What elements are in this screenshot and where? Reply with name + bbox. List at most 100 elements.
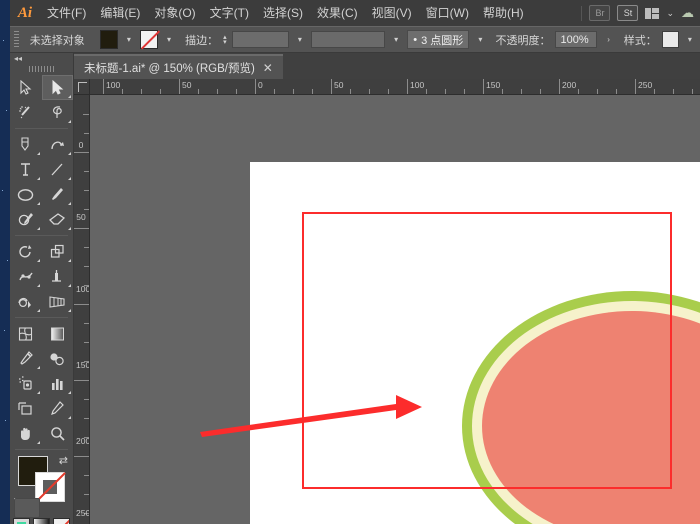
tool-divider [15,449,68,450]
scale-tool[interactable] [42,239,74,264]
close-icon[interactable]: ✕ [263,61,273,75]
tool-group-selection [10,75,73,125]
selection-tool[interactable] [10,75,42,100]
variable-width-dropdown-icon[interactable]: ▾ [390,30,402,49]
tools-panel-grip[interactable] [29,64,55,73]
workspace-switcher-icon[interactable] [645,8,659,19]
free-transform-tool[interactable] [42,264,74,289]
document-tab-bar: 未标题-1.ai* @ 150% (RGB/预览) ✕ [74,53,700,79]
ruler-origin-corner[interactable] [74,79,90,95]
tool-divider [15,317,68,318]
tool-group-transform [10,239,73,314]
column-graph-tool[interactable] [42,371,74,396]
color-mode-button[interactable] [13,518,30,524]
gradient-tool[interactable] [42,321,74,346]
menu-file[interactable]: 文件(F) [40,0,93,26]
fill-dropdown-icon[interactable]: ▾ [123,30,135,49]
color-mode-row [10,518,73,524]
tool-divider [15,235,68,236]
ruler-v-label: 0 [76,141,86,149]
blend-tool[interactable] [42,346,74,371]
graphic-style-swatch[interactable] [662,31,679,48]
magic-wand-tool[interactable] [10,100,42,125]
stroke-weight-field[interactable] [232,31,289,48]
fill-color-swatch[interactable] [100,30,118,49]
none-slash-icon [36,472,66,502]
menu-help[interactable]: 帮助(H) [476,0,531,26]
menu-type[interactable]: 文字(T) [203,0,256,26]
stroke-profile-field[interactable]: • 3 点圆形 [407,30,469,49]
stroke-dropdown-icon[interactable]: ▾ [163,30,175,49]
desktop-wallpaper [0,0,10,524]
menu-edit[interactable]: 编辑(E) [93,0,147,26]
stroke-weight-dropdown-icon[interactable]: ▾ [294,30,306,49]
curvature-tool[interactable] [42,132,74,157]
stroke-weight-label: 描边： [185,32,218,48]
stroke-profile-dropdown-icon[interactable]: ▾ [474,30,486,49]
ruler-h-label: 100 [106,80,120,90]
chevron-down-icon[interactable]: ⌄ [666,8,674,19]
type-tool[interactable] [10,157,42,182]
opacity-panel-arrow-icon[interactable]: › [602,30,614,49]
ruler-h-label: 150 [486,80,500,90]
shaper-pencil-tool[interactable] [10,207,42,232]
menu-object[interactable]: 对象(O) [147,0,202,26]
ruler-h-label: 200 [562,80,576,90]
eraser-tool[interactable] [42,207,74,232]
stroke-color-swatch[interactable] [140,30,158,49]
control-bar: 未选择对象 ▾ ▾ 描边： ▴▾ ▾ ▾ • 3 点圆形 ▾ 不透明度： 100… [10,26,700,53]
menu-view[interactable]: 视图(V) [365,0,419,26]
ruler-v-label: 200 [76,437,86,445]
bridge-icon[interactable]: Br [589,5,610,21]
ellipse-tool[interactable] [10,182,42,207]
document-tab[interactable]: 未标题-1.ai* @ 150% (RGB/预览) ✕ [74,54,283,79]
mesh-tool[interactable] [10,321,42,346]
paintbrush-tool[interactable] [42,182,74,207]
menu-select[interactable]: 选择(S) [256,0,310,26]
eyedropper-tool[interactable] [10,346,42,371]
pen-tool[interactable] [10,132,42,157]
slice-tool[interactable] [42,396,74,421]
document-canvas[interactable] [90,95,700,524]
direct-selection-tool[interactable] [42,75,74,100]
width-warp-tool[interactable] [10,264,42,289]
swap-fill-stroke-icon[interactable]: ⇄ [59,454,68,467]
stroke-variable-width-field[interactable] [311,31,385,48]
gradient-mode-button[interactable] [33,518,50,524]
perspective-grid-tool[interactable] [42,289,74,314]
tool-group-color [10,321,73,446]
opacity-label: 不透明度： [495,32,550,48]
menu-window[interactable]: 窗口(W) [419,0,476,26]
stroke-swatch[interactable] [35,472,65,502]
stroke-profile-label: 3 点圆形 [421,32,463,48]
menubar-divider [581,6,582,21]
hand-tool[interactable] [10,421,42,446]
style-label: 样式： [624,32,657,48]
rotate-tool[interactable] [10,239,42,264]
style-dropdown-icon[interactable]: ▾ [684,30,696,49]
control-bar-grip[interactable] [14,31,19,48]
none-mode-button[interactable] [53,518,70,524]
symbol-sprayer-tool[interactable] [10,371,42,396]
ruler-v-label: 250 [76,509,86,517]
annotation-arrow-icon [200,385,430,445]
artboard-tool[interactable] [10,396,42,421]
menu-effect[interactable]: 效果(C) [310,0,365,26]
horizontal-ruler[interactable]: 100 50 0 50 100 150 200 250 [74,79,700,95]
opacity-field[interactable]: 100% [555,31,597,48]
selection-rectangle [302,212,672,489]
shape-builder-tool[interactable] [10,289,42,314]
lasso-tool[interactable] [42,100,74,125]
taskbar-button[interactable] [14,498,40,518]
vertical-ruler[interactable]: 0 50 100 150 200 250 [74,95,90,524]
selection-status-label: 未选择对象 [30,32,85,48]
app-logo: Ai [10,0,40,26]
creative-cloud-icon[interactable]: ☁ [681,5,694,21]
stock-icon[interactable]: St [617,5,638,21]
line-segment-tool[interactable] [42,157,74,182]
zoom-tool[interactable] [42,421,74,446]
tools-panel-collapse-icon[interactable]: ◂◂ [10,53,73,64]
ruler-h-label: 0 [258,80,263,90]
tool-group-drawing [10,132,73,232]
stroke-weight-stepper[interactable]: ▴▾ [223,35,227,45]
